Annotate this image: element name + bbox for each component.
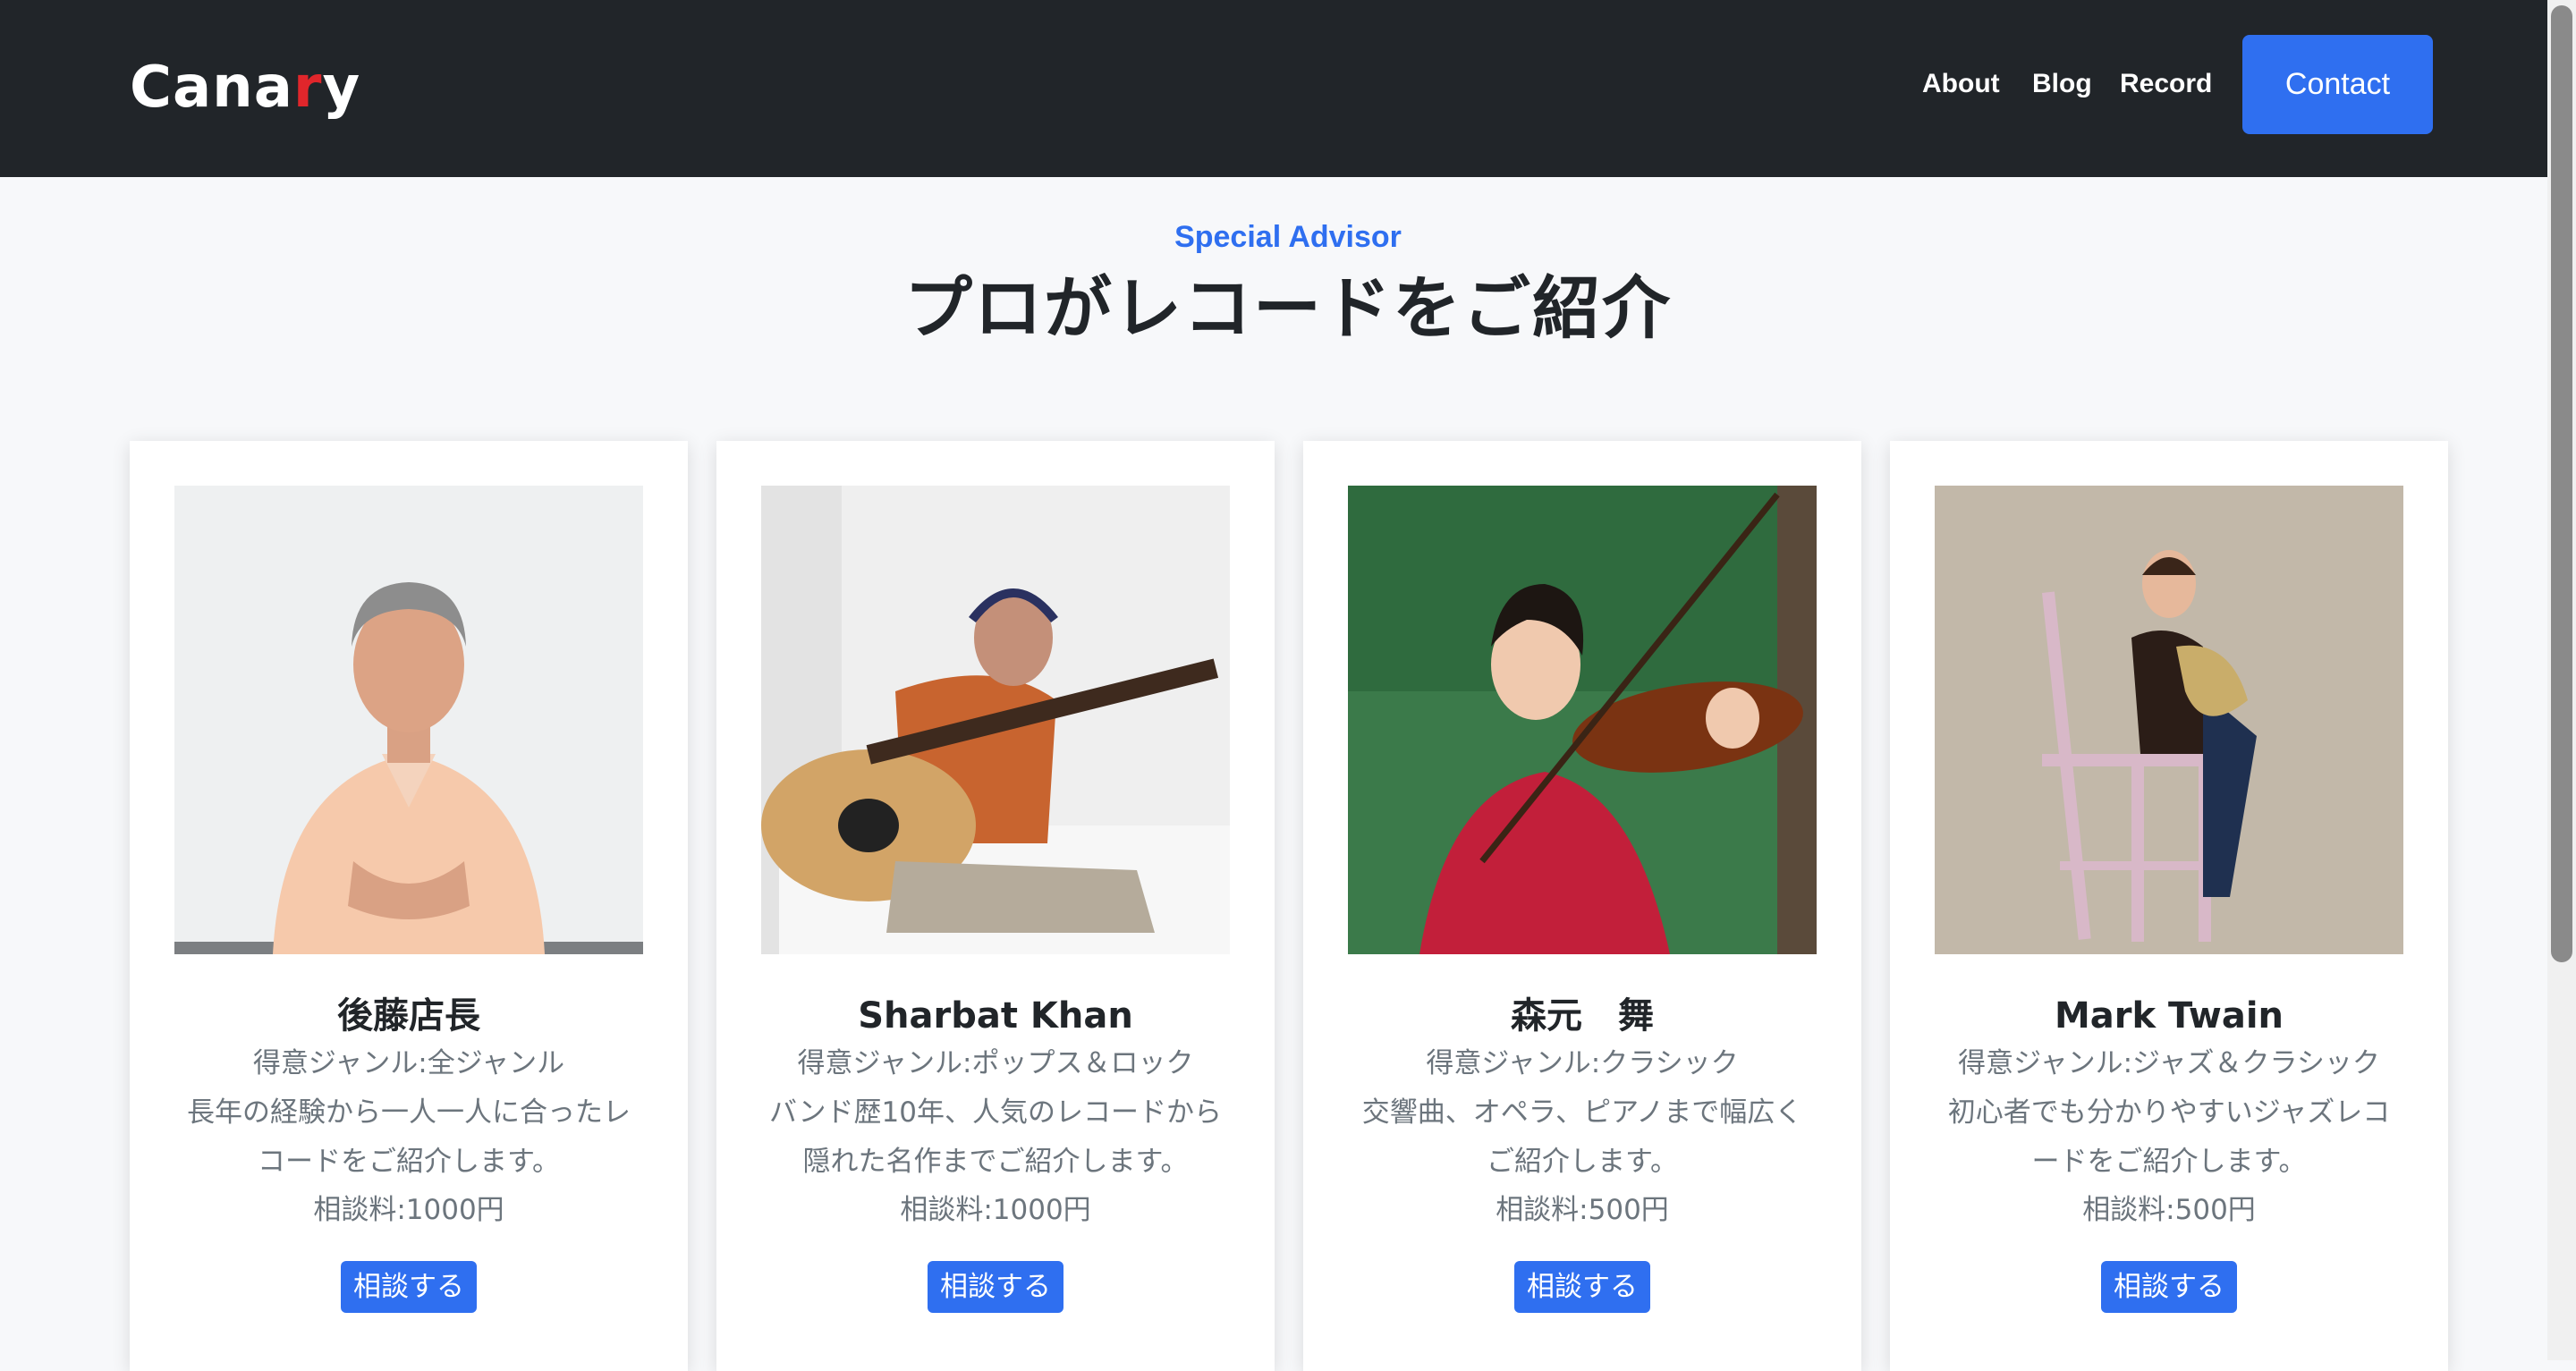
advisor-photo	[1348, 486, 1817, 954]
advisor-name: Sharbat Khan	[858, 995, 1133, 1037]
advisor-fee: 相談料:500円	[2082, 1194, 2256, 1226]
advisor-description: 長年の経験から一人一人に合ったレコードをご紹介します。	[187, 1096, 631, 1178]
logo[interactable]: Canary	[130, 52, 360, 123]
advisor-description: 初心者でも分かりやすいジャズレコードをご紹介します。	[1947, 1096, 2391, 1178]
navbar: Canary About Blog Record Contact	[0, 0, 2547, 177]
consult-button[interactable]: 相談する	[2101, 1261, 2237, 1313]
advisor-photo	[174, 486, 643, 954]
advisor-genre: 得意ジャンル:クラシック	[1426, 1047, 1739, 1079]
advisor-fee: 相談料:1000円	[900, 1194, 1091, 1226]
advisor-card: Mark Twain 得意ジャンル:ジャズ＆クラシック 初心者でも分かりやすいジ…	[1890, 441, 2448, 1371]
advisor-card: 後藤店長 得意ジャンル:全ジャンル 長年の経験から一人一人に合ったレコードをご紹…	[130, 441, 688, 1371]
advisor-description: バンド歴10年、人気のレコードから隠れた名作までご紹介します。	[769, 1096, 1222, 1178]
advisor-card: Sharbat Khan 得意ジャンル:ポップス＆ロック バンド歴10年、人気の…	[716, 441, 1275, 1371]
nav-link-blog[interactable]: Blog	[2032, 64, 2092, 104]
advisor-fee: 相談料:500円	[1496, 1194, 1669, 1226]
logo-prefix: Cana	[130, 55, 293, 121]
advisor-name: Mark Twain	[2054, 995, 2284, 1037]
scrollbar-thumb[interactable]	[2551, 5, 2572, 962]
advisor-genre: 得意ジャンル:全ジャンル	[252, 1047, 565, 1079]
section-eyebrow: Special Advisor	[1174, 220, 1402, 254]
logo-suffix: y	[322, 55, 361, 121]
consult-button[interactable]: 相談する	[1514, 1261, 1650, 1313]
advisor-photo	[1935, 486, 2403, 954]
logo-accent: r	[292, 55, 323, 121]
advisor-name: 森元 舞	[1511, 995, 1654, 1037]
advisor-fee: 相談料:1000円	[313, 1194, 504, 1226]
contact-button[interactable]: Contact	[2242, 35, 2433, 134]
advisor-name: 後藤店長	[337, 995, 480, 1037]
advisor-genre: 得意ジャンル:ポップス＆ロック	[797, 1047, 1194, 1079]
consult-button[interactable]: 相談する	[341, 1261, 477, 1313]
advisor-photo	[761, 486, 1230, 954]
advisor-card: 森元 舞 得意ジャンル:クラシック 交響曲、オペラ、ピアノまで幅広くご紹介します…	[1303, 441, 1861, 1371]
advisor-description: 交響曲、オペラ、ピアノまで幅広くご紹介します。	[1361, 1096, 1803, 1178]
consult-button[interactable]: 相談する	[928, 1261, 1063, 1313]
advisor-genre: 得意ジャンル:ジャズ＆クラシック	[1958, 1047, 2380, 1079]
section-title: プロがレコードをご紹介	[904, 268, 1672, 348]
nav-link-about[interactable]: About	[1922, 64, 2000, 104]
nav-link-record[interactable]: Record	[2120, 64, 2212, 104]
